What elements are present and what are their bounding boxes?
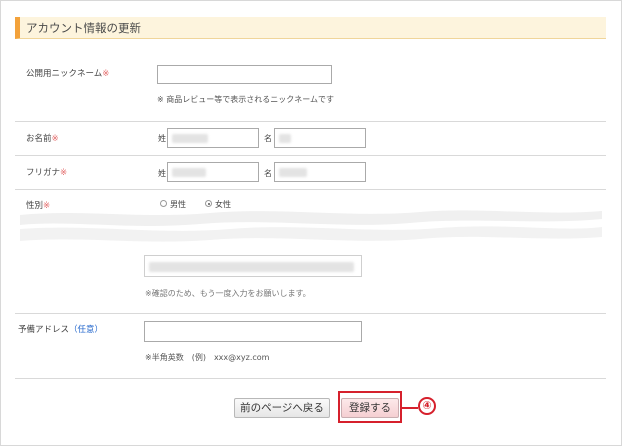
divider bbox=[15, 313, 606, 314]
last-name-input[interactable] bbox=[167, 128, 259, 148]
back-button[interactable]: 前のページへ戻る bbox=[234, 398, 330, 418]
last-kana-label: 姓 bbox=[158, 169, 166, 178]
page-header: アカウント情報の更新 bbox=[15, 17, 606, 39]
backup-address-hint: ※半角英数 (例) xxx@xyz.com bbox=[145, 353, 270, 362]
required-mark: ※ bbox=[51, 134, 59, 144]
redacted-value bbox=[172, 134, 208, 143]
name-label: お名前※ bbox=[26, 134, 59, 144]
first-name-label: 名 bbox=[264, 134, 272, 143]
redacted-value bbox=[172, 168, 206, 177]
annotation-connector bbox=[402, 407, 418, 409]
email-confirm-hint: ※確認のため、もう一度入力をお願いします。 bbox=[145, 289, 311, 298]
divider bbox=[15, 189, 606, 190]
divider bbox=[15, 155, 606, 156]
redacted-value bbox=[279, 168, 307, 177]
first-kana-label: 名 bbox=[264, 169, 272, 178]
first-kana-input[interactable] bbox=[274, 162, 366, 182]
furigana-label: フリガナ※ bbox=[26, 168, 68, 178]
required-mark: ※ bbox=[60, 168, 68, 178]
optional-tag: （任意） bbox=[69, 325, 104, 335]
divider bbox=[15, 378, 606, 379]
email-confirm-input[interactable] bbox=[144, 255, 362, 277]
nickname-hint: ※ 商品レビュー等で表示されるニックネームです bbox=[157, 95, 335, 104]
last-kana-input[interactable] bbox=[167, 162, 259, 182]
last-name-label: 姓 bbox=[158, 134, 166, 143]
nickname-input[interactable] bbox=[157, 65, 332, 84]
redacted-value bbox=[149, 262, 354, 272]
cropped-section-band bbox=[20, 210, 602, 242]
annotation-marker: ④ bbox=[418, 397, 436, 415]
first-name-input[interactable] bbox=[274, 128, 366, 148]
nickname-label: 公開用ニックネーム※ bbox=[26, 69, 110, 79]
divider bbox=[15, 121, 606, 122]
redacted-value bbox=[279, 134, 291, 143]
register-button[interactable]: 登録する bbox=[341, 398, 399, 418]
backup-address-input[interactable] bbox=[144, 321, 362, 342]
required-mark: ※ bbox=[102, 69, 110, 79]
backup-address-label: 予備アドレス（任意） bbox=[18, 325, 104, 335]
page-title: アカウント情報の更新 bbox=[26, 21, 141, 35]
